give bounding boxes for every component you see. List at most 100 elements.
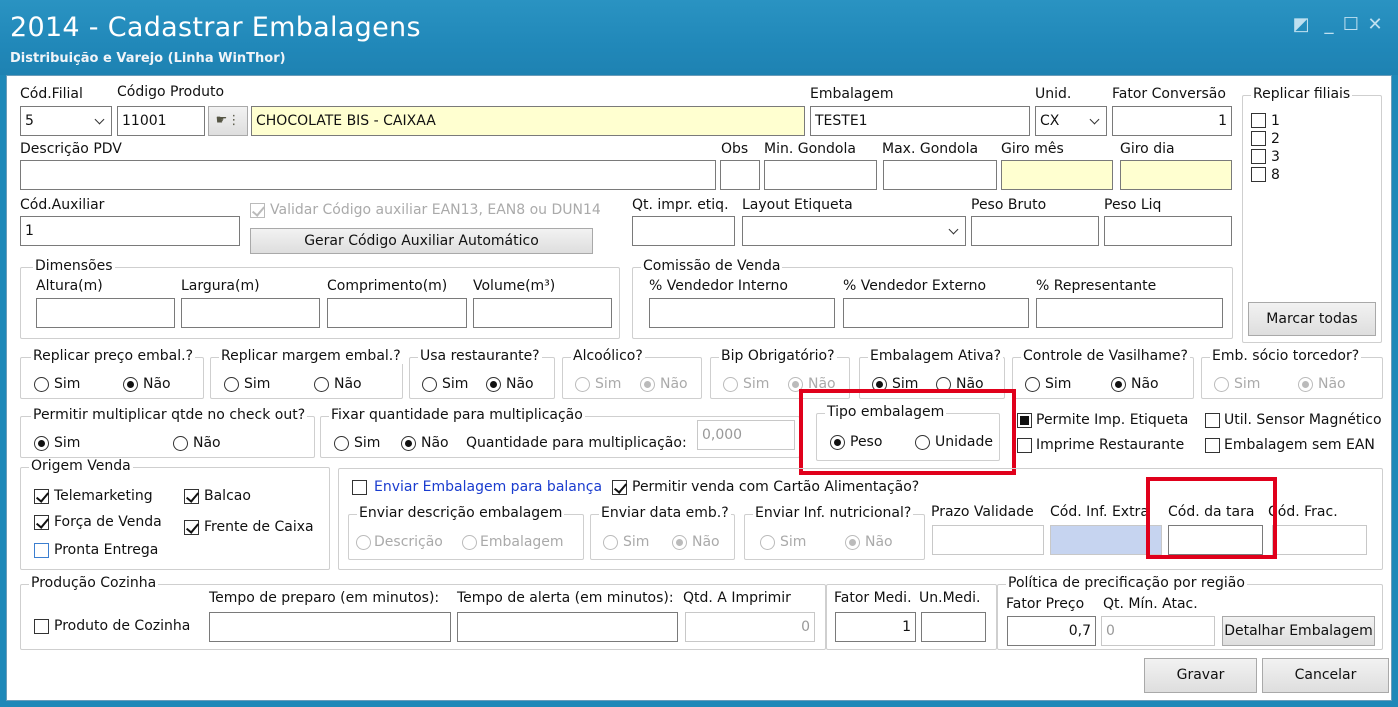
alcoolico-title: Alcoólico?	[571, 348, 645, 364]
telemarketing-checkbox[interactable]	[34, 489, 49, 504]
filial-1-checkbox[interactable]	[1251, 113, 1266, 128]
maximize-icon[interactable]: ☐	[1340, 14, 1362, 36]
cod-filial-select[interactable]: 5	[20, 106, 112, 136]
search-product-button[interactable]: ☛⋮	[208, 106, 248, 136]
qtd-multiplicacao-input[interactable]: 0,000	[697, 420, 795, 450]
imprime-restaurante-checkbox[interactable]	[1017, 438, 1032, 453]
restore-icon[interactable]: ◩	[1290, 14, 1312, 36]
layout-etiqueta-select[interactable]	[742, 216, 966, 246]
filial-2-checkbox[interactable]	[1251, 131, 1266, 146]
embalagem-ativa-title: Embalagem Ativa?	[868, 348, 1004, 364]
env-data-nao-radio[interactable]	[672, 535, 687, 550]
tempo-preparo-input[interactable]	[209, 612, 451, 642]
balcao-label: Balcao	[204, 488, 251, 504]
filial-1-label: 1	[1271, 113, 1280, 129]
usa-restaurante-group: Usa restaurante? Sim Não	[409, 348, 555, 399]
cod-frac-label: Cód. Frac.	[1268, 504, 1338, 520]
fixar-sim-radio[interactable]	[334, 436, 349, 451]
sem-ean-checkbox[interactable]	[1205, 438, 1220, 453]
gravar-button[interactable]: Gravar	[1144, 658, 1257, 693]
alcoolico-nao-radio[interactable]	[640, 377, 655, 392]
tempo-alerta-input[interactable]	[457, 612, 678, 642]
env-data-sim-radio[interactable]	[603, 535, 618, 550]
socio-sim-radio[interactable]	[1214, 377, 1229, 392]
marcar-todas-button[interactable]: Marcar todas	[1248, 302, 1376, 336]
detalhar-embalagem-button[interactable]: Detalhar Embalagem	[1222, 616, 1375, 646]
qt-min-atac-input[interactable]: 0	[1101, 616, 1215, 646]
env-nutri-nao-radio[interactable]	[845, 535, 860, 550]
dimensoes-title: Dimensões	[33, 258, 115, 274]
filial-3-checkbox[interactable]	[1251, 149, 1266, 164]
env-nutri-sim-label: Sim	[780, 534, 807, 550]
fixar-quantidade-group: Fixar quantidade para multiplicação Sim …	[320, 407, 800, 458]
min-gondola-input[interactable]	[764, 160, 877, 190]
representante-input[interactable]	[1036, 298, 1223, 328]
qt-impr-input[interactable]	[632, 216, 735, 246]
fator-preco-input[interactable]: 0,7	[1007, 616, 1096, 646]
fator-medi-input[interactable]: 1	[835, 612, 916, 642]
representante-label: % Representante	[1036, 278, 1157, 294]
cod-auxiliar-input[interactable]: 1	[20, 216, 240, 246]
replicar-margem-sim-radio[interactable]	[224, 377, 239, 392]
peso-bruto-input[interactable]	[971, 216, 1099, 246]
alcoolico-sim-radio[interactable]	[575, 377, 590, 392]
replicar-margem-nao-radio[interactable]	[314, 377, 329, 392]
vasilhame-sim-radio[interactable]	[1025, 377, 1040, 392]
cancelar-button[interactable]: Cancelar	[1262, 658, 1389, 693]
bip-sim-radio[interactable]	[723, 377, 738, 392]
search-hand-icon: ☛⋮	[215, 113, 241, 128]
minimize-icon[interactable]: _	[1318, 14, 1340, 36]
qtd-imprimir-input[interactable]: 0	[685, 612, 815, 642]
codigo-produto-input[interactable]: 11001	[117, 106, 205, 136]
permitir-multiplicar-group: Permitir multiplicar qtde no check out? …	[20, 407, 315, 458]
gerar-codigo-button[interactable]: Gerar Código Auxiliar Automático	[250, 228, 593, 254]
embalagem-input[interactable]: TESTE1	[810, 106, 1030, 136]
largura-input[interactable]	[181, 298, 320, 328]
env-nutri-sim-radio[interactable]	[760, 535, 775, 550]
unid-select[interactable]: CX	[1035, 106, 1107, 136]
produto-cozinha-checkbox[interactable]	[34, 619, 49, 634]
env-descricao-radio[interactable]	[356, 535, 371, 550]
cartao-alimentacao-checkbox[interactable]	[612, 480, 627, 495]
util-sensor-checkbox[interactable]	[1205, 413, 1220, 428]
altura-input[interactable]	[36, 298, 175, 328]
cod-frac-input[interactable]	[1272, 525, 1367, 555]
prazo-validade-input[interactable]	[932, 525, 1044, 555]
replicar-preco-group: Replicar preço embal.? Sim Não	[20, 348, 204, 399]
comprimento-input[interactable]	[327, 298, 467, 328]
fator-conversao-label: Fator Conversão	[1112, 86, 1226, 102]
replicar-preco-nao-radio[interactable]	[123, 377, 138, 392]
cod-auxiliar-label: Cód.Auxiliar	[20, 197, 105, 213]
fixar-sim-label: Sim	[354, 435, 381, 451]
max-gondola-input[interactable]	[883, 160, 997, 190]
replicar-preco-sim-radio[interactable]	[34, 377, 49, 392]
close-icon[interactable]: ✕	[1364, 14, 1386, 36]
filial-8-checkbox[interactable]	[1251, 167, 1266, 182]
enviar-balanca-checkbox[interactable]	[352, 480, 367, 495]
permitir-mult-nao-radio[interactable]	[173, 436, 188, 451]
descricao-pdv-input[interactable]	[20, 160, 716, 190]
un-medi-input[interactable]	[921, 612, 986, 642]
validar-ean-checkbox[interactable]	[250, 203, 265, 218]
peso-liq-input[interactable]	[1104, 216, 1232, 246]
vendedor-interno-input[interactable]	[649, 298, 835, 328]
permitir-mult-sim-radio[interactable]	[34, 436, 49, 451]
frente-caixa-checkbox[interactable]	[184, 520, 199, 535]
permite-imp-etiqueta-checkbox[interactable]	[1017, 413, 1032, 428]
pronta-entrega-checkbox[interactable]	[34, 543, 49, 558]
obs-input[interactable]	[720, 160, 760, 190]
embalagem-label: Embalagem	[810, 86, 894, 102]
vasilhame-nao-radio[interactable]	[1111, 377, 1126, 392]
usa-restaurante-sim-radio[interactable]	[422, 377, 437, 392]
replicar-margem-title: Replicar margem embal.?	[219, 348, 403, 364]
socio-nao-radio[interactable]	[1298, 377, 1313, 392]
forca-venda-checkbox[interactable]	[34, 515, 49, 530]
balcao-checkbox[interactable]	[184, 489, 199, 504]
env-embalagem-radio[interactable]	[462, 535, 477, 550]
volume-input[interactable]	[473, 298, 612, 328]
vendedor-externo-input[interactable]	[843, 298, 1029, 328]
usa-restaurante-nao-radio[interactable]	[486, 377, 501, 392]
fator-conversao-input[interactable]: 1	[1112, 106, 1232, 136]
fixar-nao-radio[interactable]	[401, 436, 416, 451]
filial-8-label: 8	[1271, 167, 1280, 183]
